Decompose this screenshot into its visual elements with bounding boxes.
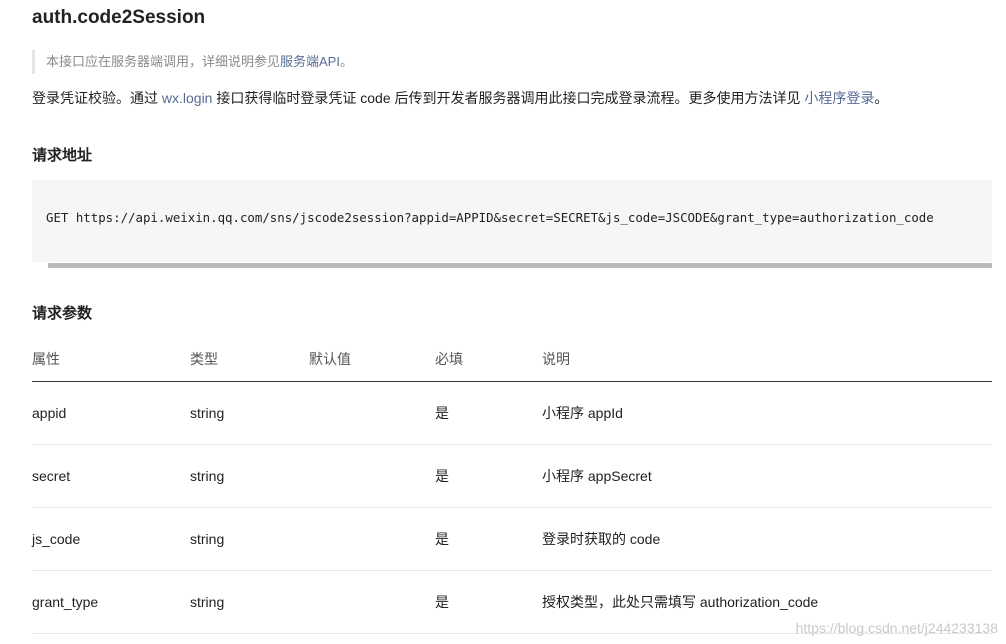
cell-attribute: js_code — [32, 507, 190, 571]
intro-paragraph: 登录凭证校验。通过 wx.login 接口获得临时登录凭证 code 后传到开发… — [32, 88, 888, 108]
request-url-code: GET https://api.weixin.qq.com/sns/jscode… — [46, 210, 934, 225]
cell-type: string — [190, 381, 309, 445]
params-table: 属性 类型 默认值 必填 说明 appid string 是 小程序 appId… — [32, 338, 992, 634]
intro-text-3: 。 — [874, 90, 889, 106]
table-header-row: 属性 类型 默认值 必填 说明 — [32, 338, 992, 382]
cell-type: string — [190, 444, 309, 508]
col-header-description: 说明 — [542, 338, 992, 382]
cell-type: string — [190, 570, 309, 634]
col-header-type: 类型 — [190, 338, 309, 382]
wx-login-link[interactable]: wx.login — [162, 90, 213, 106]
cell-attribute: appid — [32, 381, 190, 445]
cell-description: 小程序 appSecret — [542, 444, 992, 508]
code-block: GET https://api.weixin.qq.com/sns/jscode… — [32, 180, 992, 268]
col-header-attribute: 属性 — [32, 338, 190, 382]
watermark: https://blog.csdn.net/j244233138 — [795, 620, 998, 636]
request-params-heading: 请求参数 — [32, 305, 93, 322]
cell-default — [309, 381, 435, 445]
request-url-heading: 请求地址 — [32, 147, 93, 164]
table-row: js_code string 是 登录时获取的 code — [32, 507, 992, 571]
cell-type: string — [190, 507, 309, 571]
cell-required: 是 — [435, 444, 542, 508]
server-api-link[interactable]: 服务端API — [280, 54, 340, 69]
col-header-default: 默认值 — [309, 338, 435, 382]
mini-program-login-link[interactable]: 小程序登录 — [804, 90, 874, 106]
cell-description: 小程序 appId — [542, 381, 992, 445]
cell-attribute: secret — [32, 444, 190, 508]
cell-description: 登录时获取的 code — [542, 507, 992, 571]
cell-required: 是 — [435, 507, 542, 571]
intro-text-1: 登录凭证校验。通过 — [32, 90, 162, 106]
note-text: 本接口应在服务器端调用，详细说明参见 — [46, 54, 281, 69]
intro-text-2: 接口获得临时登录凭证 code 后传到开发者服务器调用此接口完成登录流程。更多使… — [212, 90, 805, 106]
cell-default — [309, 507, 435, 571]
code-horizontal-scrollbar[interactable] — [48, 263, 992, 268]
col-header-required: 必填 — [435, 338, 542, 382]
cell-default — [309, 444, 435, 508]
cell-attribute: grant_type — [32, 570, 190, 634]
cell-required: 是 — [435, 570, 542, 634]
table-row: secret string 是 小程序 appSecret — [32, 444, 992, 508]
page-title: auth.code2Session — [32, 7, 206, 28]
note-blockquote: 本接口应在服务器端调用，详细说明参见服务端API。 — [32, 50, 353, 74]
cell-default — [309, 570, 435, 634]
table-row: appid string 是 小程序 appId — [32, 381, 992, 445]
cell-required: 是 — [435, 381, 542, 445]
note-suffix: 。 — [339, 54, 353, 69]
